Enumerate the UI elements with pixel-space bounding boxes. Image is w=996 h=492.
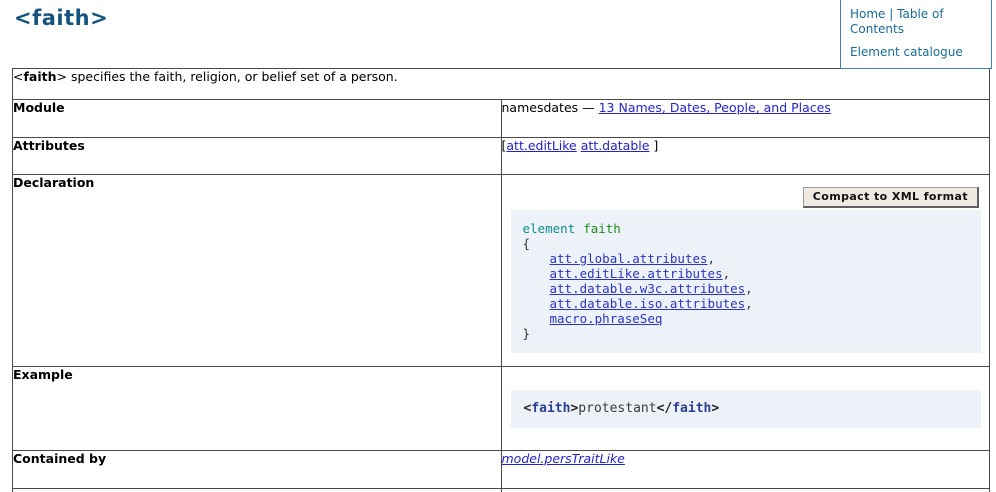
table-row-declaration: Declaration Compact to XML format elemen… [13, 175, 990, 367]
attribute-class-link-datable[interactable]: att.datable [581, 138, 650, 153]
code-line-close-brace: } [523, 326, 970, 341]
attribute-class-link-editlike[interactable]: att.editLike [506, 138, 576, 153]
attributes-value-cell: [att.editLike att.datable ] [501, 138, 990, 175]
example-label: Example [13, 367, 502, 451]
code-member-comma: , [708, 251, 716, 266]
attributes-bracket-close: ] [649, 138, 658, 153]
declaration-button-row: Compact to XML format [502, 187, 980, 208]
nav-link-home[interactable]: Home [850, 7, 885, 21]
nav-box: Home | Table of Contents Element catalog… [840, 0, 992, 69]
example-code-block: <faith>protestant</faith> [511, 390, 982, 428]
code-line-member: att.editLike.attributes, [523, 266, 970, 281]
cutoff-value-cell [501, 489, 990, 492]
code-line-element: element faith [523, 221, 970, 236]
attributes-label: Attributes [13, 138, 502, 175]
code-link-macro-phraseseq[interactable]: macro.phraseSeq [550, 311, 663, 326]
module-label: Module [13, 100, 502, 138]
table-row-description: <faith> specifies the faith, religion, o… [13, 69, 990, 100]
nav-link-element-catalogue[interactable]: Element catalogue [850, 45, 963, 59]
nav-separator: | [889, 7, 893, 21]
page-header: <faith> Home | Table of Contents Element… [0, 0, 996, 64]
example-tag-name: faith [531, 401, 570, 416]
module-name: namesdates — [502, 100, 599, 115]
code-close-brace: } [523, 326, 531, 341]
element-spec-table: <faith> specifies the faith, religion, o… [12, 68, 990, 492]
description-tag-close: > [57, 69, 67, 84]
cutoff-label-cell [13, 489, 502, 492]
table-row-example: Example <faith>protestant</faith> [13, 367, 990, 451]
code-link-att-editlike-attributes[interactable]: att.editLike.attributes [550, 266, 723, 281]
code-line-member: att.datable.iso.attributes, [523, 296, 970, 311]
code-line-member: macro.phraseSeq [523, 311, 970, 326]
example-value-cell: <faith>protestant</faith> [501, 367, 990, 451]
code-line-open-brace: { [523, 236, 970, 251]
example-endtag-name: faith [672, 401, 711, 416]
table-row-contained-by: Contained by model.persTraitLike [13, 451, 990, 489]
code-line-member: att.global.attributes, [523, 251, 970, 266]
code-member-comma: , [745, 296, 753, 311]
example-endtag-open-bracket: </ [657, 401, 673, 416]
code-open-brace: { [523, 236, 531, 251]
contained-by-value-cell: model.persTraitLike [501, 451, 990, 489]
code-line-member: att.datable.w3c.attributes, [523, 281, 970, 296]
declaration-label: Declaration [13, 175, 502, 367]
declaration-code-block: element faith { att.global.attributes, at… [511, 210, 982, 353]
code-link-att-datable-w3c-attributes[interactable]: att.datable.w3c.attributes [550, 281, 746, 296]
example-content-text: protestant [578, 401, 656, 416]
description-tag-name: faith [23, 69, 56, 84]
code-link-att-datable-iso-attributes[interactable]: att.datable.iso.attributes [550, 296, 746, 311]
code-member-comma: , [745, 281, 753, 296]
description-text: specifies the faith, religion, or belief… [67, 69, 398, 84]
table-row-cutoff [13, 489, 990, 492]
module-chapter-link[interactable]: 13 Names, Dates, People, and Places [599, 100, 831, 115]
nav-line-1: Home | Table of Contents [850, 7, 985, 37]
contained-by-label: Contained by [13, 451, 502, 489]
description-tag-open: < [13, 69, 23, 84]
model-class-link-perstraitlike[interactable]: model.persTraitLike [502, 451, 625, 466]
table-row-module: Module namesdates — 13 Names, Dates, Peo… [13, 100, 990, 138]
compact-to-xml-button[interactable]: Compact to XML format [803, 187, 979, 208]
declaration-value-cell: Compact to XML format element faith { att… [501, 175, 990, 367]
code-link-att-global-attributes[interactable]: att.global.attributes [550, 251, 708, 266]
module-value-cell: namesdates — 13 Names, Dates, People, an… [501, 100, 990, 138]
code-member-comma: , [723, 266, 731, 281]
table-row-attributes: Attributes [att.editLike att.datable ] [13, 138, 990, 175]
description-cell: <faith> specifies the faith, religion, o… [13, 69, 990, 100]
nav-line-2: Element catalogue [850, 45, 985, 60]
example-endtag-close-bracket: > [711, 401, 719, 416]
code-element-name: faith [583, 221, 621, 236]
code-keyword-element: element [523, 221, 576, 236]
